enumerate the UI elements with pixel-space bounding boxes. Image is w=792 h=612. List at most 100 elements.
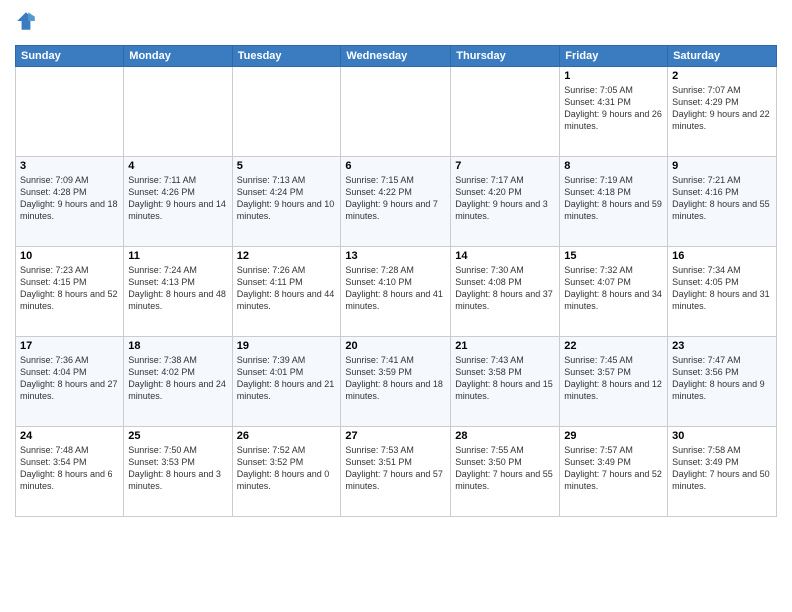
day-info: Sunrise: 7:09 AM Sunset: 4:28 PM Dayligh… xyxy=(20,174,119,223)
calendar-cell xyxy=(232,67,341,157)
calendar-cell: 13 Sunrise: 7:28 AM Sunset: 4:10 PM Dayli… xyxy=(341,247,451,337)
day-info: Sunrise: 7:19 AM Sunset: 4:18 PM Dayligh… xyxy=(564,174,663,223)
calendar-week-row: 24 Sunrise: 7:48 AM Sunset: 3:54 PM Dayli… xyxy=(16,427,777,517)
calendar-day-header: Friday xyxy=(560,46,668,67)
day-number: 23 xyxy=(672,340,772,352)
day-number: 17 xyxy=(20,340,119,352)
day-info: Sunrise: 7:38 AM Sunset: 4:02 PM Dayligh… xyxy=(128,354,227,403)
calendar-cell: 6 Sunrise: 7:15 AM Sunset: 4:22 PM Daylig… xyxy=(341,157,451,247)
day-number: 25 xyxy=(128,430,227,442)
day-info: Sunrise: 7:45 AM Sunset: 3:57 PM Dayligh… xyxy=(564,354,663,403)
calendar-week-row: 17Sunrise: 7:36 AM Sunset: 4:04 PM Dayli… xyxy=(16,337,777,427)
day-info: Sunrise: 7:28 AM Sunset: 4:10 PM Dayligh… xyxy=(345,264,446,313)
calendar-day-header: Thursday xyxy=(451,46,560,67)
day-info: Sunrise: 7:52 AM Sunset: 3:52 PM Dayligh… xyxy=(237,444,337,493)
calendar-cell: 3 Sunrise: 7:09 AM Sunset: 4:28 PM Daylig… xyxy=(16,157,124,247)
day-info: Sunrise: 7:21 AM Sunset: 4:16 PM Dayligh… xyxy=(672,174,772,223)
day-number: 9 xyxy=(672,160,772,172)
day-number: 7 xyxy=(455,160,555,172)
logo xyxy=(15,10,37,37)
calendar-cell: 15 Sunrise: 7:32 AM Sunset: 4:07 PM Dayli… xyxy=(560,247,668,337)
day-info: Sunrise: 7:13 AM Sunset: 4:24 PM Dayligh… xyxy=(237,174,337,223)
day-info: Sunrise: 7:48 AM Sunset: 3:54 PM Dayligh… xyxy=(20,444,119,493)
day-number: 10 xyxy=(20,250,119,262)
calendar-header-row: SundayMondayTuesdayWednesdayThursdayFrid… xyxy=(16,46,777,67)
day-info: Sunrise: 7:58 AM Sunset: 3:49 PM Dayligh… xyxy=(672,444,772,493)
day-info: Sunrise: 7:43 AM Sunset: 3:58 PM Dayligh… xyxy=(455,354,555,403)
calendar-cell: 11 Sunrise: 7:24 AM Sunset: 4:13 PM Dayli… xyxy=(124,247,232,337)
calendar-cell xyxy=(451,67,560,157)
day-info: Sunrise: 7:53 AM Sunset: 3:51 PM Dayligh… xyxy=(345,444,446,493)
calendar-cell: 2 Sunrise: 7:07 AM Sunset: 4:29 PM Daylig… xyxy=(668,67,777,157)
calendar-cell: 19 Sunrise: 7:39 AM Sunset: 4:01 PM Dayli… xyxy=(232,337,341,427)
day-number: 16 xyxy=(672,250,772,262)
day-number: 13 xyxy=(345,250,446,262)
calendar-cell: 1 Sunrise: 7:05 AM Sunset: 4:31 PM Daylig… xyxy=(560,67,668,157)
day-number: 21 xyxy=(455,340,555,352)
calendar-day-header: Saturday xyxy=(668,46,777,67)
day-info: Sunrise: 7:50 AM Sunset: 3:53 PM Dayligh… xyxy=(128,444,227,493)
day-info: Sunrise: 7:57 AM Sunset: 3:49 PM Dayligh… xyxy=(564,444,663,493)
calendar-cell: 27 Sunrise: 7:53 AM Sunset: 3:51 PM Dayli… xyxy=(341,427,451,517)
calendar-cell: 7Sunrise: 7:17 AM Sunset: 4:20 PM Daylig… xyxy=(451,157,560,247)
day-info: Sunrise: 7:26 AM Sunset: 4:11 PM Dayligh… xyxy=(237,264,337,313)
day-number: 29 xyxy=(564,430,663,442)
day-info: Sunrise: 7:11 AM Sunset: 4:26 PM Dayligh… xyxy=(128,174,227,223)
calendar-cell: 23 Sunrise: 7:47 AM Sunset: 3:56 PM Dayli… xyxy=(668,337,777,427)
calendar-table: SundayMondayTuesdayWednesdayThursdayFrid… xyxy=(15,45,777,517)
calendar-cell: 4Sunrise: 7:11 AM Sunset: 4:26 PM Daylig… xyxy=(124,157,232,247)
day-number: 6 xyxy=(345,160,446,172)
day-number: 14 xyxy=(455,250,555,262)
day-number: 22 xyxy=(564,340,663,352)
day-number: 20 xyxy=(345,340,446,352)
day-info: Sunrise: 7:55 AM Sunset: 3:50 PM Dayligh… xyxy=(455,444,555,493)
calendar-week-row: 10Sunrise: 7:23 AM Sunset: 4:15 PM Dayli… xyxy=(16,247,777,337)
day-info: Sunrise: 7:07 AM Sunset: 4:29 PM Dayligh… xyxy=(672,84,772,133)
logo-icon xyxy=(15,10,37,32)
calendar-cell: 30 Sunrise: 7:58 AM Sunset: 3:49 PM Dayli… xyxy=(668,427,777,517)
calendar-cell: 18 Sunrise: 7:38 AM Sunset: 4:02 PM Dayli… xyxy=(124,337,232,427)
calendar-cell: 29 Sunrise: 7:57 AM Sunset: 3:49 PM Dayli… xyxy=(560,427,668,517)
day-number: 30 xyxy=(672,430,772,442)
day-number: 27 xyxy=(345,430,446,442)
day-number: 19 xyxy=(237,340,337,352)
calendar-day-header: Sunday xyxy=(16,46,124,67)
calendar-cell: 10Sunrise: 7:23 AM Sunset: 4:15 PM Dayli… xyxy=(16,247,124,337)
calendar-cell: 28Sunrise: 7:55 AM Sunset: 3:50 PM Dayli… xyxy=(451,427,560,517)
calendar-cell: 17Sunrise: 7:36 AM Sunset: 4:04 PM Dayli… xyxy=(16,337,124,427)
day-info: Sunrise: 7:32 AM Sunset: 4:07 PM Dayligh… xyxy=(564,264,663,313)
calendar-day-header: Monday xyxy=(124,46,232,67)
calendar-cell xyxy=(16,67,124,157)
calendar-body: 1 Sunrise: 7:05 AM Sunset: 4:31 PM Daylig… xyxy=(16,67,777,517)
day-number: 15 xyxy=(564,250,663,262)
day-info: Sunrise: 7:30 AM Sunset: 4:08 PM Dayligh… xyxy=(455,264,555,313)
calendar-cell: 8 Sunrise: 7:19 AM Sunset: 4:18 PM Daylig… xyxy=(560,157,668,247)
calendar-cell xyxy=(341,67,451,157)
calendar-cell: 5Sunrise: 7:13 AM Sunset: 4:24 PM Daylig… xyxy=(232,157,341,247)
day-info: Sunrise: 7:05 AM Sunset: 4:31 PM Dayligh… xyxy=(564,84,663,133)
day-info: Sunrise: 7:47 AM Sunset: 3:56 PM Dayligh… xyxy=(672,354,772,403)
calendar-day-header: Wednesday xyxy=(341,46,451,67)
calendar-cell: 22 Sunrise: 7:45 AM Sunset: 3:57 PM Dayli… xyxy=(560,337,668,427)
day-info: Sunrise: 7:41 AM Sunset: 3:59 PM Dayligh… xyxy=(345,354,446,403)
calendar-cell: 14 Sunrise: 7:30 AM Sunset: 4:08 PM Dayli… xyxy=(451,247,560,337)
day-number: 24 xyxy=(20,430,119,442)
day-info: Sunrise: 7:15 AM Sunset: 4:22 PM Dayligh… xyxy=(345,174,446,223)
day-number: 2 xyxy=(672,70,772,82)
page: SundayMondayTuesdayWednesdayThursdayFrid… xyxy=(0,0,792,612)
calendar-cell: 21 Sunrise: 7:43 AM Sunset: 3:58 PM Dayli… xyxy=(451,337,560,427)
day-number: 8 xyxy=(564,160,663,172)
calendar-week-row: 3 Sunrise: 7:09 AM Sunset: 4:28 PM Daylig… xyxy=(16,157,777,247)
calendar-cell: 12Sunrise: 7:26 AM Sunset: 4:11 PM Dayli… xyxy=(232,247,341,337)
day-number: 18 xyxy=(128,340,227,352)
calendar-cell: 25 Sunrise: 7:50 AM Sunset: 3:53 PM Dayli… xyxy=(124,427,232,517)
calendar-cell: 26Sunrise: 7:52 AM Sunset: 3:52 PM Dayli… xyxy=(232,427,341,517)
day-info: Sunrise: 7:24 AM Sunset: 4:13 PM Dayligh… xyxy=(128,264,227,313)
day-info: Sunrise: 7:34 AM Sunset: 4:05 PM Dayligh… xyxy=(672,264,772,313)
day-number: 3 xyxy=(20,160,119,172)
calendar-week-row: 1 Sunrise: 7:05 AM Sunset: 4:31 PM Daylig… xyxy=(16,67,777,157)
day-number: 11 xyxy=(128,250,227,262)
day-info: Sunrise: 7:39 AM Sunset: 4:01 PM Dayligh… xyxy=(237,354,337,403)
calendar-cell: 20 Sunrise: 7:41 AM Sunset: 3:59 PM Dayli… xyxy=(341,337,451,427)
day-number: 1 xyxy=(564,70,663,82)
